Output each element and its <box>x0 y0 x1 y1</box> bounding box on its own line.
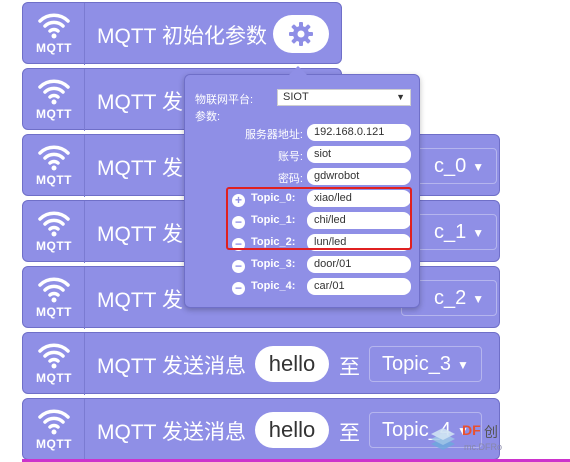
send-block-title: MQTT 发送消息 <box>97 421 246 444</box>
mqtt-wifi-icon: MQTT <box>23 333 85 395</box>
server-address-field[interactable]: 192.168.0.121 <box>307 124 411 141</box>
settings-button[interactable] <box>273 15 329 53</box>
password-field[interactable]: gdwrobot <box>307 168 411 185</box>
mqtt-init-block[interactable]: MQTT MQTT 初始化参数 <box>22 2 342 65</box>
topic-dropdown-value: c_2 <box>434 287 467 309</box>
watermark-cn: 创 <box>484 424 498 440</box>
topic-dropdown[interactable]: Topic_3 ▼ <box>369 346 482 382</box>
platform-select-value: SIOT <box>283 91 309 103</box>
mqtt-wifi-icon: MQTT <box>23 69 85 131</box>
popover-caret <box>289 66 307 75</box>
chevron-down-icon: ▼ <box>396 92 405 102</box>
topic-dropdown-value: Topic_3 <box>382 353 451 375</box>
mqtt-icon-label: MQTT <box>36 371 72 385</box>
mqtt-wifi-icon: MQTT <box>23 399 85 461</box>
topic-3-field[interactable]: door/01 <box>307 256 411 273</box>
mqtt-wifi-icon: MQTT <box>23 135 85 197</box>
mqtt-icon-label: MQTT <box>36 437 72 451</box>
chevron-down-icon: ▼ <box>472 291 485 306</box>
mqtt-wifi-icon: MQTT <box>23 267 85 329</box>
send-block-title: MQTT 发 <box>97 223 183 246</box>
mqtt-wifi-icon: MQTT <box>23 3 85 65</box>
mqtt-send-message-block[interactable]: MQTT MQTT 发送消息 hello 至 Topic_3 ▼ <box>22 332 500 395</box>
send-block-title: MQTT 发 <box>97 157 183 180</box>
mqtt-icon-label: MQTT <box>36 173 72 187</box>
logo-icon <box>431 428 455 450</box>
watermark-brand: DF <box>462 422 481 438</box>
init-block-title: MQTT 初始化参数 <box>97 25 267 48</box>
params-label: 参数: <box>195 111 221 123</box>
platform-select[interactable]: SIOT ▼ <box>277 89 411 106</box>
send-block-title: MQTT 发送消息 <box>97 355 246 378</box>
topic-dropdown-value: c_1 <box>434 221 467 243</box>
topic-4-label: Topic_4: <box>251 280 296 292</box>
mqtt-wifi-icon: MQTT <box>23 201 85 263</box>
chevron-down-icon: ▼ <box>472 225 485 240</box>
gear-icon <box>289 22 313 46</box>
to-label: 至 <box>339 356 360 379</box>
platform-label: 物联网平台: <box>195 94 254 106</box>
mqtt-icon-label: MQTT <box>36 107 72 121</box>
password-label: 密码: <box>277 173 303 185</box>
message-input[interactable]: hello <box>255 412 329 448</box>
topic-3-label: Topic_3: <box>251 258 296 270</box>
account-label: 账号: <box>277 151 303 163</box>
chevron-down-icon: ▼ <box>472 159 485 174</box>
highlight-box <box>226 187 412 250</box>
server-address-label: 服务器地址: <box>244 129 303 141</box>
send-block-title: MQTT 发 <box>97 91 183 114</box>
mqtt-icon-label: MQTT <box>36 305 72 319</box>
to-label: 至 <box>339 422 360 445</box>
mqtt-icon-label: MQTT <box>36 41 72 55</box>
send-block-title: MQTT 发 <box>97 289 183 312</box>
chevron-down-icon: ▼ <box>456 357 469 372</box>
watermark-url: mc.DFRo <box>464 442 502 452</box>
remove-topic-icon[interactable]: − <box>232 260 245 273</box>
message-input[interactable]: hello <box>255 346 329 382</box>
topic-dropdown-value: c_0 <box>434 155 467 177</box>
mqtt-icon-label: MQTT <box>36 239 72 253</box>
topic-4-field[interactable]: car/01 <box>307 278 411 295</box>
account-field[interactable]: siot <box>307 146 411 163</box>
remove-topic-icon[interactable]: − <box>232 282 245 295</box>
watermark: DF 创 mc.DFRo <box>424 420 570 462</box>
